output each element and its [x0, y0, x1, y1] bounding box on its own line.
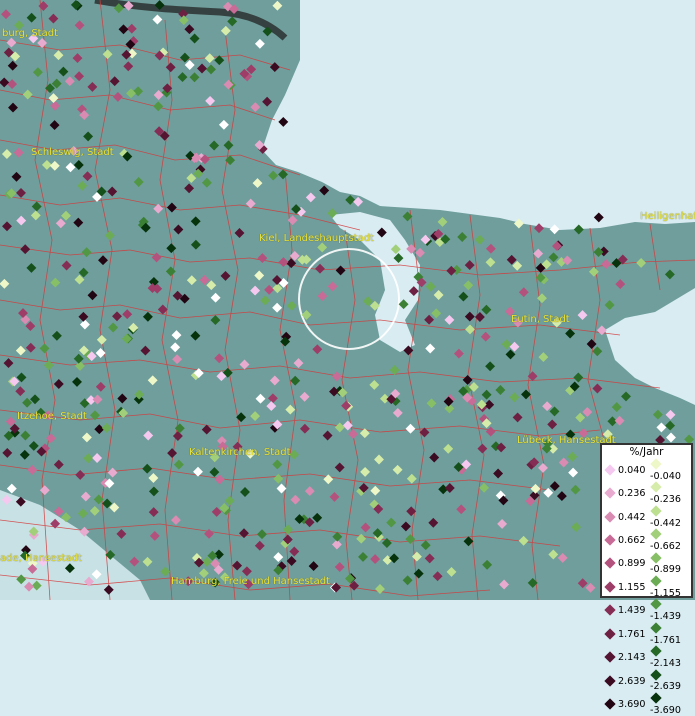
legend-entry: 1.439	[604, 599, 650, 622]
legend-entry: -1.761	[650, 622, 691, 646]
legend-row: 0.040 -0.040	[604, 458, 691, 482]
legend-swatch	[650, 692, 662, 704]
legend-row: 2.143 -2.143	[604, 645, 691, 669]
legend-row: 0.899 -0.899	[604, 551, 691, 576]
city-label-eutin: Eutin, Stadt	[511, 314, 570, 325]
legend-row: 0.236 -0.236	[604, 481, 691, 506]
legend-entry: -0.040	[650, 458, 691, 482]
legend-entry: -0.442	[650, 505, 691, 529]
legend-title: %/Jahr	[629, 446, 664, 458]
legend-entry: -1.155	[650, 575, 691, 599]
legend-swatch	[650, 458, 662, 470]
legend-swatch	[650, 505, 662, 517]
legend-label: -2.143	[650, 657, 681, 669]
legend-entry: -2.639	[650, 668, 691, 693]
legend-entry: 0.040	[604, 459, 650, 482]
legend-label: -0.442	[650, 517, 681, 529]
city-label-itzehoe: Itzehoe, Stadt	[17, 411, 87, 422]
legend-row: 3.690 -3.690	[604, 692, 691, 716]
legend-label: -2.639	[650, 681, 681, 693]
legend-label: -1.439	[650, 611, 681, 623]
legend-entry: 2.143	[604, 646, 650, 669]
legend-entry: 0.899	[604, 553, 650, 576]
legend-entry: 1.761	[604, 623, 650, 646]
legend-row: 1.439 -1.439	[604, 598, 691, 623]
legend-label: 2.143	[618, 652, 646, 664]
legend-entry: 2.639	[604, 670, 650, 693]
city-label-heiligenhafen: Heiligenhafe	[640, 211, 695, 222]
legend-label: -1.155	[650, 587, 681, 599]
legend-swatch	[650, 551, 662, 564]
legend: %/Jahr 0.040 -0.040 0.236 -0.236 0.442 -0.442…	[600, 443, 693, 716]
legend-entry: -1.439	[650, 598, 691, 623]
legend-entry: 1.155	[604, 576, 650, 599]
legend-label: -0.236	[650, 494, 681, 506]
legend-label: 1.155	[618, 581, 646, 593]
legend-label: -0.662	[650, 540, 681, 552]
legend-entry: -0.236	[650, 481, 691, 506]
legend-swatch	[604, 487, 616, 499]
legend-table: 0.040 -0.040 0.236 -0.236 0.442 -0.442 0.662 -0…	[604, 458, 691, 716]
legend-swatch	[604, 581, 616, 593]
city-label-kaltenkirchen: Kaltenkirchen, Stadt	[189, 447, 291, 458]
legend-label: 0.040	[618, 464, 646, 476]
legend-swatch	[650, 598, 662, 611]
legend-row: 2.639 -2.639	[604, 668, 691, 693]
legend-swatch	[604, 674, 616, 687]
legend-row: 0.442 -0.442	[604, 505, 691, 529]
legend-label: -0.040	[650, 470, 681, 482]
legend-label: 0.442	[618, 511, 646, 523]
legend-swatch	[604, 651, 616, 663]
city-label-hamburg: Hamburg, Freie und Hansestadt	[171, 576, 330, 587]
legend-swatch	[650, 528, 662, 540]
legend-entry: 0.442	[604, 506, 650, 529]
city-label-schleswig: Schleswig, Stadt	[31, 147, 114, 158]
legend-swatch	[650, 668, 662, 681]
legend-label: 0.662	[618, 535, 646, 547]
legend-swatch	[650, 622, 662, 634]
legend-entry: 3.690	[604, 693, 650, 716]
legend-label: -0.899	[650, 564, 681, 576]
legend-entry: -3.690	[650, 692, 691, 716]
legend-entry: 0.236	[604, 482, 650, 505]
legend-label: 1.439	[618, 605, 646, 617]
legend-swatch	[604, 604, 616, 616]
legend-swatch	[650, 575, 662, 587]
map-canvas[interactable]	[0, 0, 695, 600]
legend-swatch	[604, 698, 616, 710]
legend-entry: -0.662	[650, 528, 691, 552]
legend-label: 1.761	[618, 628, 646, 640]
legend-label: 3.690	[618, 698, 646, 710]
legend-swatch	[650, 645, 662, 657]
city-label-hansestadt-sw: ade, Hansestadt	[0, 553, 82, 564]
legend-swatch	[604, 464, 616, 476]
legend-swatch	[604, 557, 616, 570]
legend-swatch	[604, 534, 616, 546]
legend-row: 1.761 -1.761	[604, 622, 691, 646]
legend-label: 0.236	[618, 488, 646, 500]
legend-entry: -2.143	[650, 645, 691, 669]
city-label-kiel: Kiel, Landeshauptstadt	[259, 233, 374, 244]
city-label-hamburg-stadt-nw: burg, Stadt	[2, 28, 58, 39]
legend-swatch	[604, 628, 616, 640]
legend-entry: 0.662	[604, 529, 650, 552]
legend-swatch	[650, 481, 662, 494]
legend-label: 2.639	[618, 675, 646, 687]
legend-entry: -0.899	[650, 551, 691, 576]
legend-label: 0.899	[618, 558, 646, 570]
legend-swatch	[604, 510, 616, 523]
legend-label: -3.690	[650, 704, 681, 716]
legend-row: 1.155 -1.155	[604, 575, 691, 599]
legend-label: -1.761	[650, 634, 681, 646]
legend-row: 0.662 -0.662	[604, 528, 691, 552]
